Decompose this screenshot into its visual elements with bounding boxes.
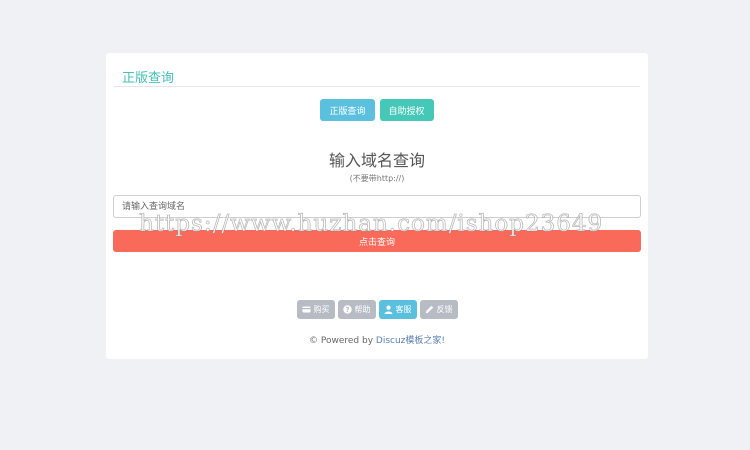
user-icon	[384, 305, 393, 314]
tab-bar: 正版查询 自助授权	[106, 99, 648, 121]
support-button[interactable]: 客服	[378, 300, 417, 319]
svg-text:?: ?	[345, 306, 349, 314]
panel-title: 正版查询	[122, 71, 175, 86]
tab-self-authorize[interactable]: 自助授权	[379, 99, 434, 121]
powered-prefix: © Powered by	[309, 336, 376, 346]
query-submit-button[interactable]: 点击查询	[113, 230, 641, 252]
buy-label: 购买	[313, 305, 330, 314]
panel-header: 正版查询	[114, 65, 640, 87]
feedback-label: 反馈	[436, 305, 453, 314]
question-icon: ?	[342, 305, 352, 314]
domain-input[interactable]	[113, 195, 641, 218]
card-icon	[302, 305, 311, 314]
feedback-button[interactable]: 反馈	[419, 300, 458, 319]
help-label: 帮助	[354, 305, 371, 314]
buy-button[interactable]: 购买	[296, 300, 335, 319]
help-button[interactable]: ? 帮助	[337, 300, 376, 319]
query-heading: 输入域名查询	[328, 151, 425, 170]
powered-brand-link[interactable]: Discuz模板之家!	[376, 336, 445, 346]
tab-genuine-query[interactable]: 正版查询	[320, 99, 375, 121]
pencil-icon	[425, 305, 434, 314]
support-label: 客服	[395, 305, 412, 314]
query-hint: (不要带http://)	[349, 174, 405, 183]
footer-links: 购买 ? 帮助 客服 反馈	[106, 300, 648, 319]
powered-by: © Powered by Discuz模板之家!	[106, 333, 648, 346]
query-panel: 正版查询 正版查询 自助授权 输入域名查询 (不要带http://) 点击查询 …	[106, 53, 648, 359]
